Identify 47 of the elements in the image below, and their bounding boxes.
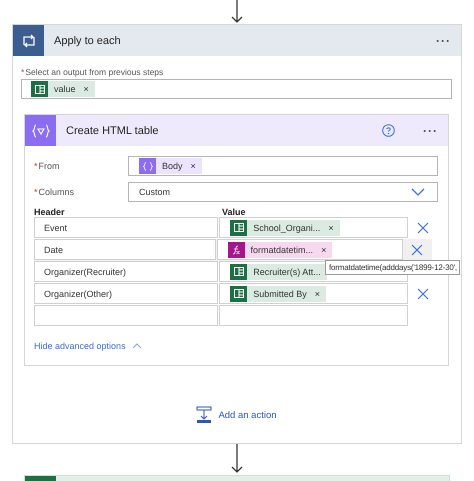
spreadsheet-icon — [230, 264, 248, 280]
loop-title: Apply to each — [54, 34, 122, 46]
value-column-label: Value — [222, 207, 246, 217]
function-icon — [228, 242, 245, 258]
spreadsheet-icon — [230, 220, 248, 236]
action-title: Create HTML table — [66, 124, 160, 136]
columns-dropdown[interactable]: Custom — [128, 182, 438, 202]
header-input[interactable]: Organizer(Other) — [34, 283, 218, 304]
header-input[interactable] — [34, 305, 218, 326]
value-input[interactable]: Submitted By × — [219, 283, 408, 304]
value-input[interactable]: School_Organi... × — [219, 217, 408, 238]
add-action-button[interactable]: Add an action — [196, 406, 277, 424]
value-token[interactable]: Submitted By × — [230, 286, 326, 302]
columns-label: *Columns — [34, 187, 76, 197]
value-input[interactable]: formatdatetim... × — [216, 239, 403, 260]
delete-icon[interactable] — [411, 244, 424, 256]
value-token[interactable]: School_Organi... × — [230, 220, 340, 236]
hide-advanced-options-link[interactable]: Hide advanced options — [34, 341, 142, 351]
more-button[interactable]: ··· — [413, 124, 448, 138]
value-token[interactable]: Recruiter(s) Att... — [230, 264, 327, 280]
value-input[interactable] — [219, 305, 408, 326]
loop-icon — [13, 25, 44, 56]
chevron-down-icon — [411, 188, 425, 196]
output-field[interactable]: value × — [21, 79, 452, 99]
arrow-icon — [231, 444, 243, 474]
braces-icon — [139, 158, 156, 174]
header-input[interactable]: Organizer(Recruiter) — [34, 261, 218, 282]
delete-icon[interactable] — [417, 222, 430, 234]
help-icon[interactable] — [382, 124, 395, 137]
braces-icon — [25, 115, 56, 146]
from-field[interactable]: Body × — [128, 156, 438, 176]
header-input[interactable]: Date — [34, 239, 216, 260]
header-input[interactable]: Event — [34, 217, 218, 238]
chevron-up-icon — [132, 343, 142, 349]
more-button[interactable]: ··· — [426, 34, 461, 48]
add-action-icon — [196, 406, 212, 424]
delete-icon[interactable] — [417, 288, 430, 300]
header-column-label: Header — [34, 207, 66, 217]
from-label: *From — [34, 161, 61, 171]
expression-tooltip: formatdatetime(adddays('1899-12-30', — [325, 260, 460, 275]
spreadsheet-icon — [31, 81, 48, 97]
body-token[interactable]: Body × — [139, 158, 202, 174]
arrow-icon — [231, 0, 243, 24]
output-label: *Select an output from previous steps — [21, 67, 164, 77]
spreadsheet-icon — [230, 286, 248, 302]
value-token[interactable]: formatdatetim... × — [228, 242, 332, 258]
value-token[interactable]: value × — [31, 81, 95, 97]
